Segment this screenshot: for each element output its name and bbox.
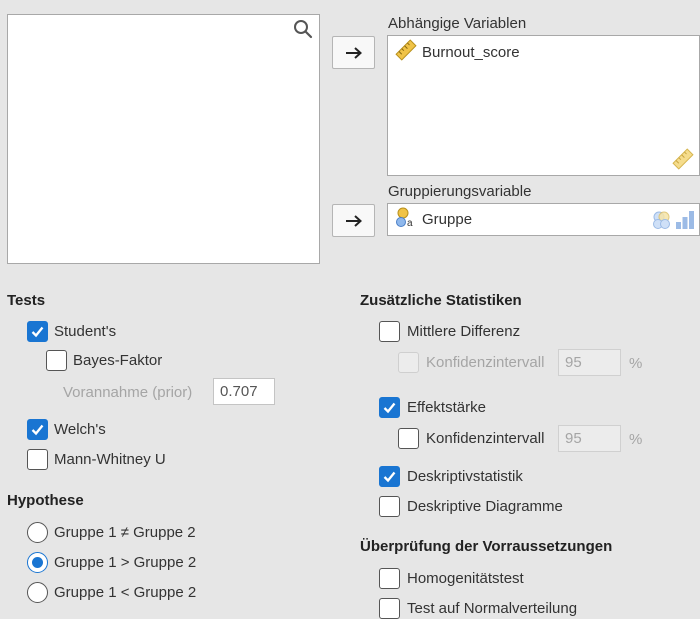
effect-size-ci-label: Konfidenzintervall <box>426 430 545 447</box>
additional-stats-section-title: Zusätzliche Statistiken <box>360 292 522 309</box>
welch-checkbox[interactable]: Welch's <box>27 419 106 440</box>
grouping-variable-name: Gruppe <box>422 210 473 228</box>
checkbox-unchecked-icon[interactable] <box>27 449 48 470</box>
nominal-variable-icon: a <box>395 206 417 232</box>
radio-selected-icon[interactable] <box>27 552 48 573</box>
hypothesis-option-label: Gruppe 1 > Gruppe 2 <box>54 554 197 571</box>
effect-size-ci-unit: % <box>629 431 643 448</box>
student-label: Student's <box>54 323 117 340</box>
hypothesis-option-label: Gruppe 1 < Gruppe 2 <box>54 584 197 601</box>
normality-label: Test auf Normalverteilung <box>407 600 578 617</box>
prior-input[interactable]: 0.707 <box>213 378 275 405</box>
hypothesis-section-title: Hypothese <box>7 492 84 509</box>
bayes-factor-label: Bayes-Faktor <box>73 352 163 369</box>
mean-difference-label: Mittlere Differenz <box>407 323 521 340</box>
homogeneity-checkbox[interactable]: Homogenitätstest <box>379 568 524 589</box>
checkbox-disabled-icon <box>398 352 419 373</box>
assign-dependent-button[interactable] <box>332 36 375 69</box>
mann-whitney-checkbox[interactable]: Mann-Whitney U <box>27 449 166 470</box>
arrow-right-icon <box>345 46 362 59</box>
checkbox-checked-icon[interactable] <box>379 397 400 418</box>
scale-ruler-icon <box>395 39 417 65</box>
bayes-factor-checkbox[interactable]: Bayes-Faktor <box>46 350 162 371</box>
effect-size-checkbox[interactable]: Effektstärke <box>379 397 486 418</box>
effect-size-ci-checkbox[interactable]: Konfidenzintervall <box>398 428 544 449</box>
tests-section-title: Tests <box>7 292 46 309</box>
hypothesis-option-label: Gruppe 1 ≠ Gruppe 2 <box>54 524 196 541</box>
hypothesis-option-greater[interactable]: Gruppe 1 > Gruppe 2 <box>27 552 196 573</box>
mean-difference-checkbox[interactable]: Mittlere Differenz <box>379 321 520 342</box>
mann-whitney-label: Mann-Whitney U <box>54 451 166 468</box>
radio-unselected-icon[interactable] <box>27 522 48 543</box>
checkbox-checked-icon[interactable] <box>27 321 48 342</box>
descriptive-plots-checkbox[interactable]: Deskriptive Diagramme <box>379 496 563 517</box>
checkbox-unchecked-icon[interactable] <box>379 496 400 517</box>
descriptives-label: Deskriptivstatistik <box>407 468 523 485</box>
descriptives-checkbox[interactable]: Deskriptivstatistik <box>379 466 523 487</box>
effect-size-ci-input[interactable]: 95 <box>558 425 621 452</box>
checkbox-checked-icon[interactable] <box>379 466 400 487</box>
arrow-right-icon <box>345 214 362 227</box>
allowed-scale-icon <box>672 148 694 174</box>
mean-diff-ci-unit: % <box>629 355 643 372</box>
prior-label: Vorannahme (prior) <box>63 384 193 401</box>
welch-label: Welch's <box>54 421 106 438</box>
svg-text:a: a <box>407 218 413 228</box>
assumptions-section-title: Überprüfung der Vorraussetzungen <box>360 538 613 555</box>
grouping-variable-item[interactable]: a Gruppe <box>395 207 472 231</box>
checkbox-unchecked-icon[interactable] <box>379 568 400 589</box>
hypothesis-option-less[interactable]: Gruppe 1 < Gruppe 2 <box>27 582 196 603</box>
student-checkbox[interactable]: Student's <box>27 321 116 342</box>
radio-unselected-icon[interactable] <box>27 582 48 603</box>
dependent-variable-item[interactable]: Burnout_score <box>395 39 520 65</box>
search-icon[interactable] <box>293 19 313 43</box>
grouping-variable-label: Gruppierungsvariable <box>388 183 532 200</box>
checkbox-unchecked-icon[interactable] <box>379 321 400 342</box>
mean-diff-ci-label: Konfidenzintervall <box>426 354 545 371</box>
allowed-types-icon <box>651 208 696 230</box>
available-variables-list[interactable] <box>7 14 320 264</box>
checkbox-unchecked-icon[interactable] <box>398 428 419 449</box>
hypothesis-option-not-equal[interactable]: Gruppe 1 ≠ Gruppe 2 <box>27 522 196 543</box>
homogeneity-label: Homogenitätstest <box>407 570 524 587</box>
mean-diff-ci-input: 95 <box>558 349 621 376</box>
dependent-variables-label: Abhängige Variablen <box>388 15 527 32</box>
mean-diff-ci-checkbox: Konfidenzintervall <box>398 352 544 373</box>
descriptive-plots-label: Deskriptive Diagramme <box>407 498 563 515</box>
effect-size-label: Effektstärke <box>407 399 486 416</box>
checkbox-unchecked-icon[interactable] <box>46 350 67 371</box>
checkbox-checked-icon[interactable] <box>27 419 48 440</box>
assign-grouping-button[interactable] <box>332 204 375 237</box>
dependent-variable-name: Burnout_score <box>422 43 520 61</box>
